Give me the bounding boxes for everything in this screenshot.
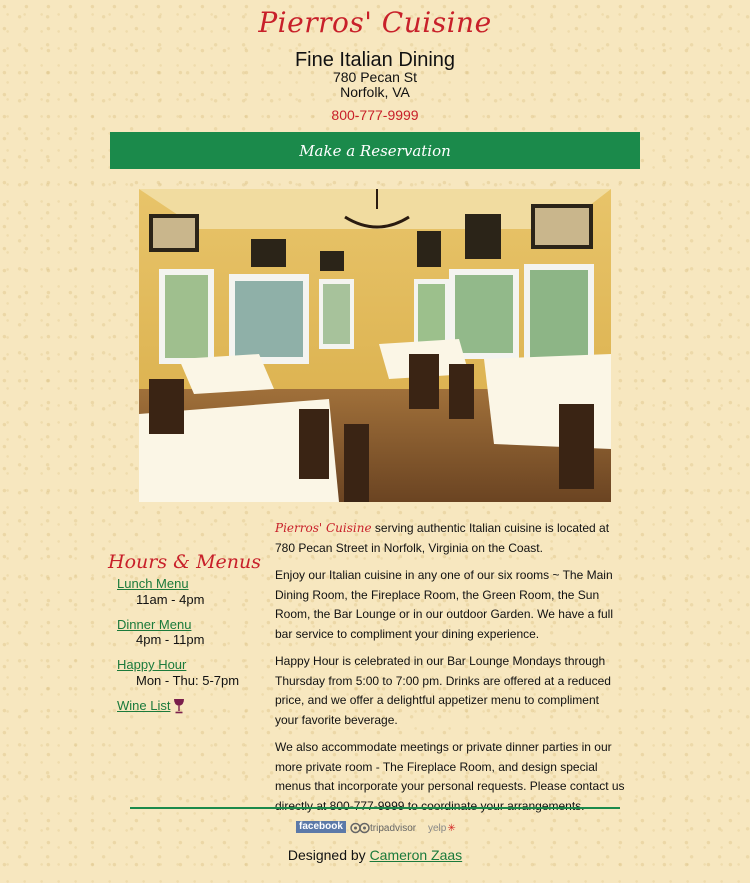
footer-divider bbox=[130, 807, 620, 809]
phone-number[interactable]: 800-777-9999 bbox=[0, 107, 750, 123]
rooms-paragraph: Enjoy our Italian cuisine in any one of … bbox=[275, 568, 613, 641]
yelp-label: yelp bbox=[428, 822, 447, 834]
tripadvisor-label: tripadvisor bbox=[370, 822, 417, 834]
wine-list-link[interactable]: Wine List bbox=[117, 698, 170, 713]
happy-hour-link[interactable]: Happy Hour bbox=[117, 657, 186, 672]
dinner-hours: 4pm - 11pm bbox=[136, 632, 205, 647]
address-line-2: Norfolk, VA bbox=[340, 84, 410, 100]
owl-icon bbox=[350, 822, 370, 834]
brand-inline: Pierros' Cuisine bbox=[275, 521, 372, 535]
lunch-hours: 11am - 4pm bbox=[136, 592, 205, 607]
hours-menus-title: Hours & Menus bbox=[108, 551, 261, 573]
tripadvisor-link[interactable]: tripadvisor bbox=[350, 821, 416, 835]
make-reservation-button[interactable]: Make a Reservation bbox=[110, 132, 640, 169]
happy-hour-hours: Mon - Thu: 5-7pm bbox=[136, 673, 240, 688]
brand-title[interactable]: Pierros' Cuisine bbox=[0, 6, 750, 39]
dinner-menu-link[interactable]: Dinner Menu bbox=[117, 617, 191, 632]
wine-glass-icon bbox=[174, 699, 184, 714]
facebook-link[interactable]: facebook bbox=[296, 821, 346, 833]
address-line-1: 780 Pecan St bbox=[332, 69, 418, 85]
yelp-burst-icon: ✳ bbox=[447, 822, 456, 834]
dining-room-photo bbox=[139, 189, 611, 502]
private-events-paragraph: We also accommodate meetings or private … bbox=[275, 740, 625, 813]
make-reservation-label: Make a Reservation bbox=[299, 141, 451, 160]
lunch-menu-link[interactable]: Lunch Menu bbox=[117, 576, 189, 591]
happy-hour-paragraph: Happy Hour is celebrated in our Bar Loun… bbox=[275, 654, 611, 727]
designer-link[interactable]: Cameron Zaas bbox=[370, 847, 463, 863]
footer-credit: Designed by Cameron Zaas bbox=[0, 847, 750, 863]
footer-prefix: Designed by bbox=[287, 847, 370, 863]
about-content: Pierros' Cuisine serving authentic Itali… bbox=[275, 519, 625, 824]
yelp-link[interactable]: yelp ✳ bbox=[428, 821, 456, 835]
intro-paragraph: Pierros' Cuisine serving authentic Itali… bbox=[275, 519, 625, 558]
